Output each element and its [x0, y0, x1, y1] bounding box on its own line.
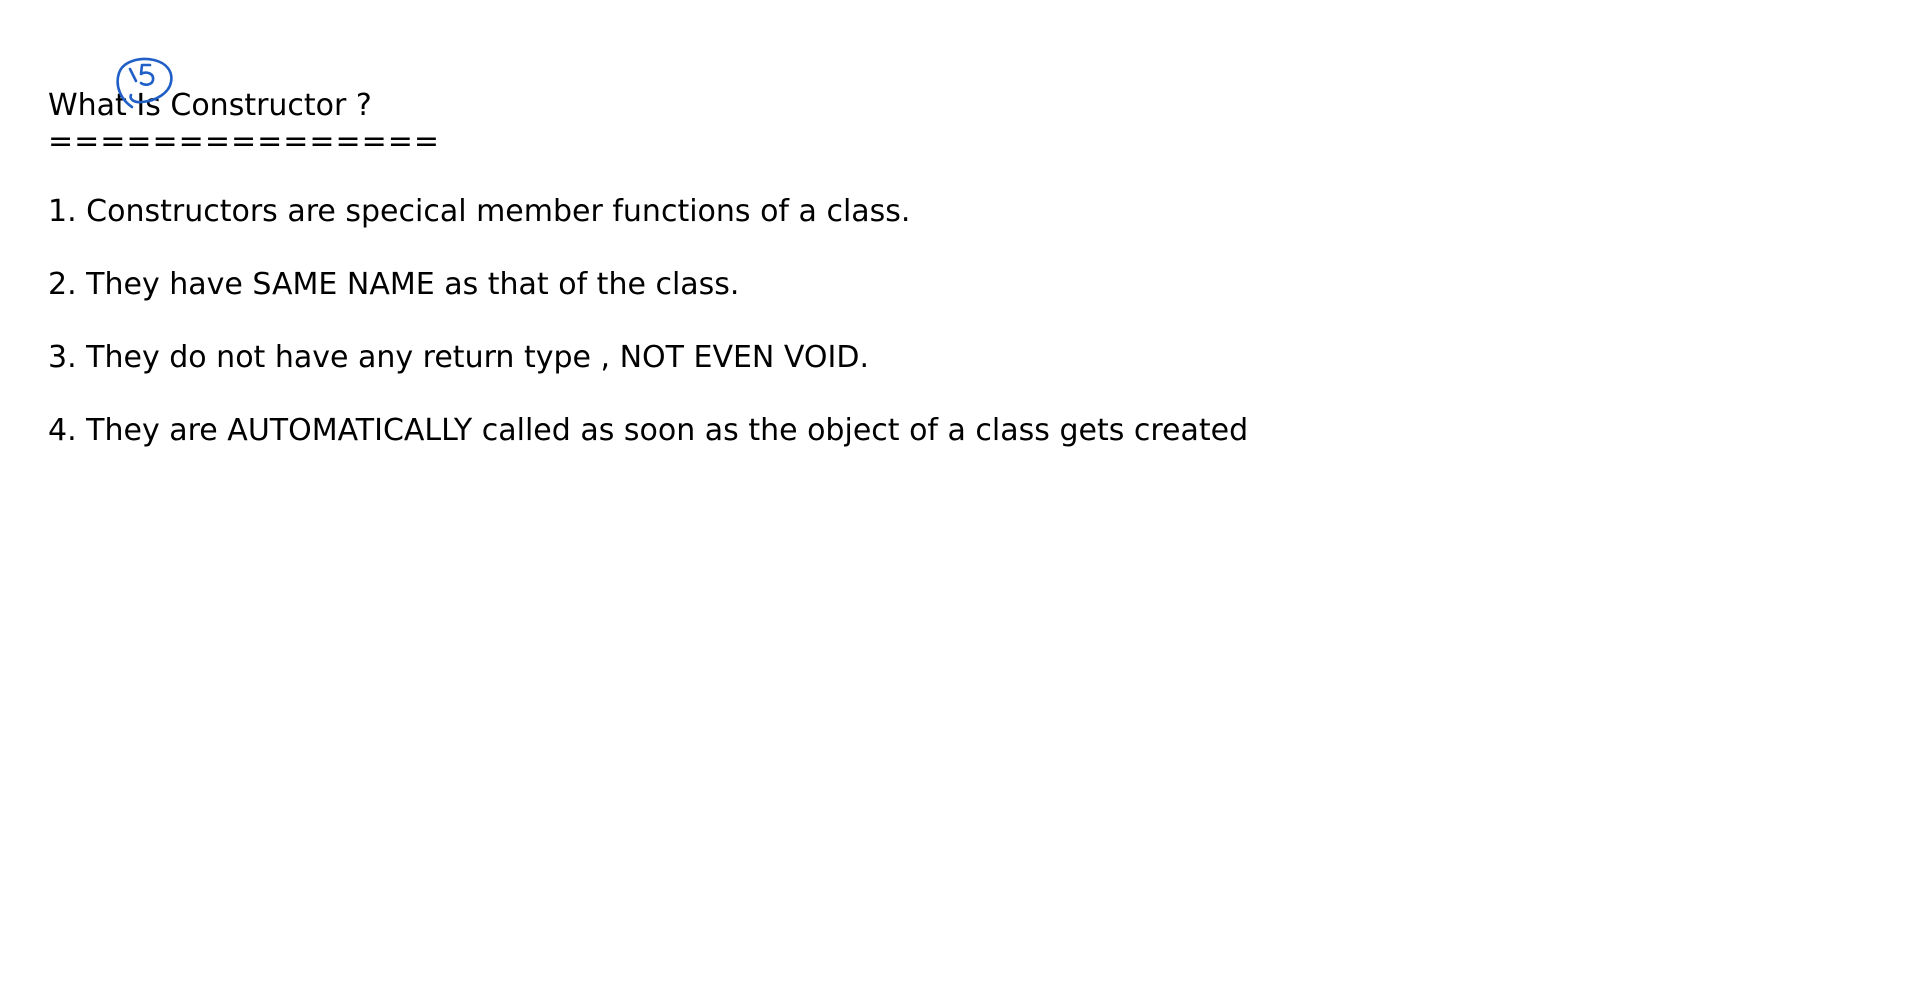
page-title: What Is Constructor ? [48, 88, 372, 123]
ink-mark-five [139, 63, 155, 86]
document-body: What Is Constructor ? =============== 1.… [48, 88, 1868, 486]
list-item: 3. They do not have any return type , NO… [48, 340, 869, 375]
handwritten-annotation-icon [116, 57, 173, 109]
list-item: 4. They are AUTOMATICALLY called as soon… [48, 413, 1249, 448]
constructor-points-list: 1. Constructors are specical member func… [48, 194, 1868, 449]
list-item: 1. Constructors are specical member func… [48, 194, 911, 229]
title-underline: =============== [48, 124, 441, 159]
ink-mark-one [128, 67, 138, 83]
list-item: 2. They have SAME NAME as that of the cl… [48, 267, 740, 302]
